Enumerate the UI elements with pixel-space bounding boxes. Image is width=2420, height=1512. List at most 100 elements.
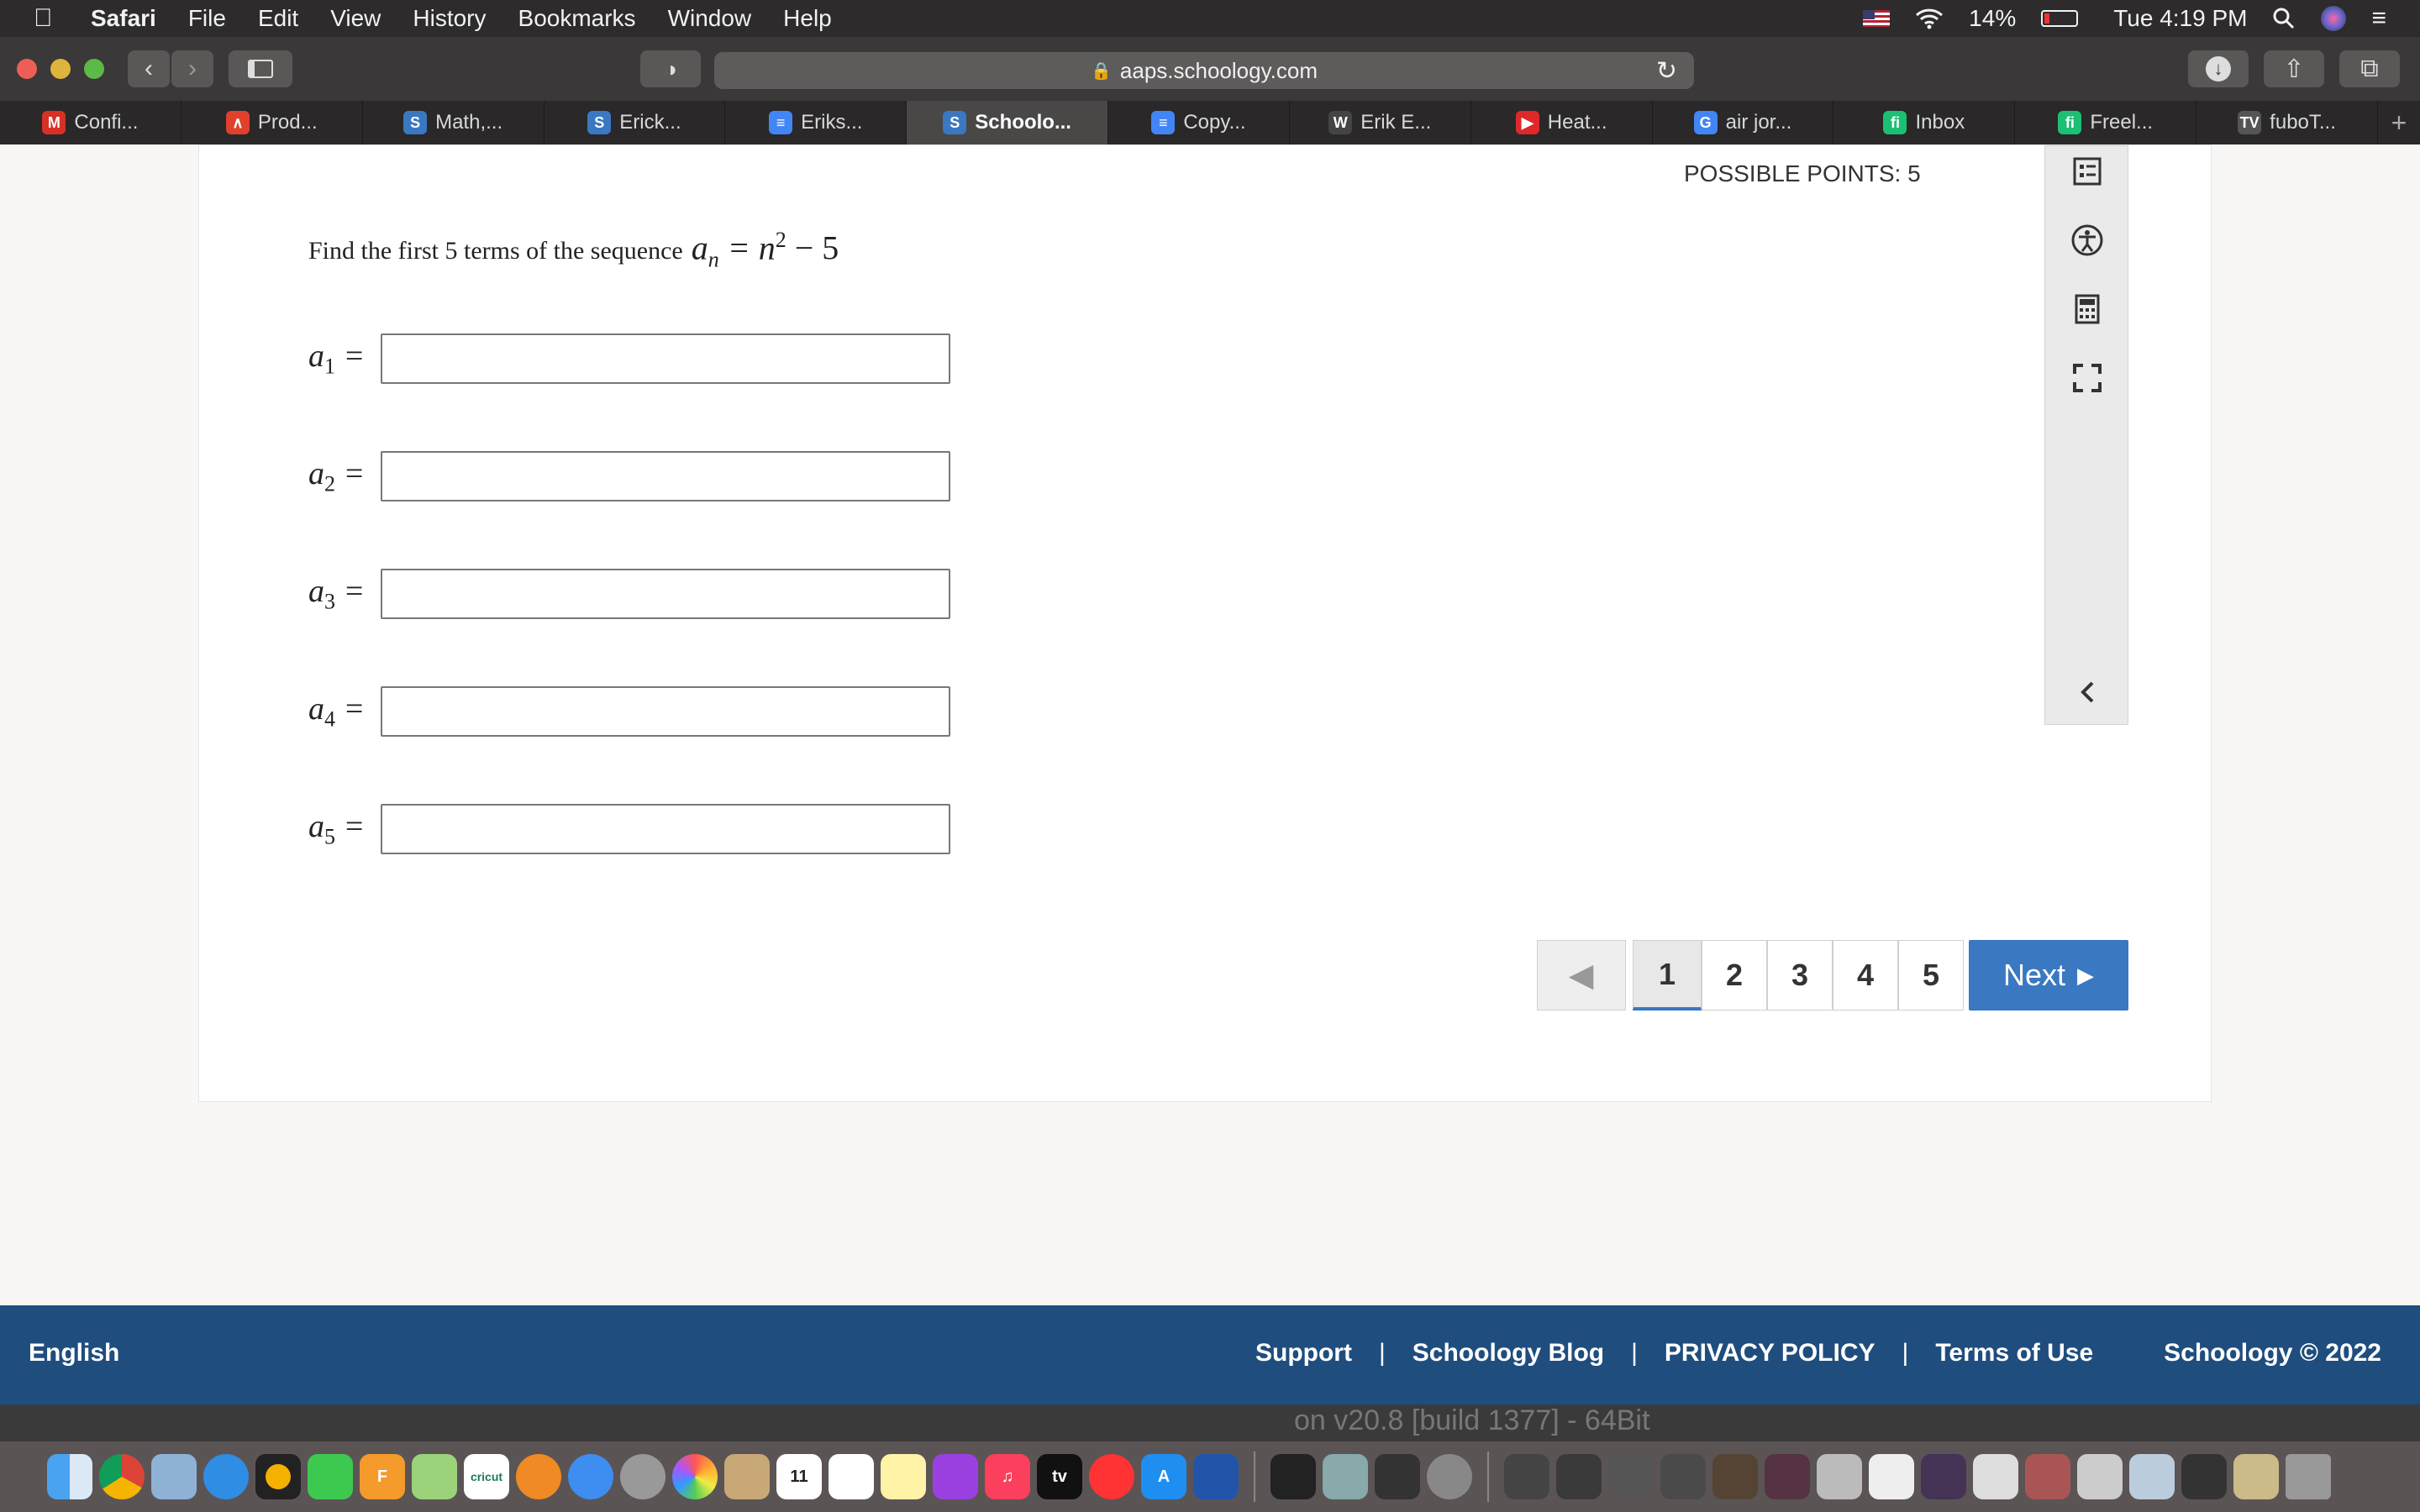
- app-icon[interactable]: [1375, 1454, 1420, 1499]
- page-2-button[interactable]: 2: [1702, 940, 1767, 1011]
- tab-5[interactable]: ≡ Eriks...: [725, 101, 908, 144]
- wifi-icon[interactable]: [1915, 8, 1944, 29]
- apple-menu-icon[interactable]: : [34, 4, 74, 33]
- control-center-icon[interactable]: ≡: [2371, 4, 2386, 33]
- downloads-button[interactable]: ↓: [2188, 50, 2249, 87]
- tab-2[interactable]: ∧ Prod...: [182, 101, 363, 144]
- stickies-icon[interactable]: [881, 1454, 926, 1499]
- calculator-icon[interactable]: [2070, 292, 2104, 326]
- finder-icon[interactable]: [47, 1454, 92, 1499]
- window-thumbnail-icon[interactable]: [1504, 1454, 1549, 1499]
- clock[interactable]: Tue 4:19 PM: [2113, 5, 2247, 32]
- podcasts-icon[interactable]: [933, 1454, 978, 1499]
- music-icon[interactable]: ♫: [985, 1454, 1030, 1499]
- trash-icon[interactable]: [2286, 1454, 2331, 1499]
- window-thumbnail-icon[interactable]: [1765, 1454, 1810, 1499]
- next-button[interactable]: Next ▶: [1969, 940, 2128, 1011]
- messages-icon[interactable]: [568, 1454, 613, 1499]
- collapse-sidebar-icon[interactable]: [2070, 675, 2104, 709]
- privacy-shield-button[interactable]: ◑: [640, 50, 701, 87]
- page-4-button[interactable]: 4: [1833, 940, 1898, 1011]
- tab-13[interactable]: TV fuboT...: [2196, 101, 2378, 144]
- sidebar-toggle-button[interactable]: [229, 50, 292, 87]
- term-1-input[interactable]: [381, 333, 950, 384]
- siri-icon[interactable]: [2321, 6, 2347, 31]
- menu-bookmarks[interactable]: Bookmarks: [518, 5, 636, 32]
- window-thumbnail-icon[interactable]: [2025, 1454, 2070, 1499]
- window-thumbnail-icon[interactable]: [2077, 1454, 2123, 1499]
- footer-privacy-link[interactable]: PRIVACY POLICY: [1665, 1339, 1876, 1368]
- window-thumbnail-icon[interactable]: [1660, 1454, 1706, 1499]
- safari-icon[interactable]: [203, 1454, 249, 1499]
- reminders-icon[interactable]: [829, 1454, 874, 1499]
- amphetamine-icon[interactable]: [255, 1454, 301, 1499]
- question-list-icon[interactable]: [2070, 155, 2104, 188]
- news-icon[interactable]: [1089, 1454, 1134, 1499]
- accessibility-icon[interactable]: [2070, 223, 2104, 257]
- pages-icon[interactable]: F: [360, 1454, 405, 1499]
- page-3-button[interactable]: 3: [1767, 940, 1833, 1011]
- footer-blog-link[interactable]: Schoology Blog: [1413, 1339, 1604, 1368]
- menu-file[interactable]: File: [188, 5, 226, 32]
- window-thumbnail-icon[interactable]: [1556, 1454, 1602, 1499]
- window-thumbnail-icon[interactable]: [1869, 1454, 1914, 1499]
- tab-8[interactable]: W Erik E...: [1290, 101, 1471, 144]
- tab-6[interactable]: S Schoolo...: [907, 101, 1109, 144]
- apple-tv-icon[interactable]: tv: [1037, 1454, 1082, 1499]
- system-preferences-icon[interactable]: [1427, 1454, 1472, 1499]
- menu-history[interactable]: History: [413, 5, 486, 32]
- window-thumbnail-icon[interactable]: [1608, 1454, 1654, 1499]
- window-thumbnail-icon[interactable]: [1921, 1454, 1966, 1499]
- window-thumbnail-icon[interactable]: [2129, 1454, 2175, 1499]
- maps-icon[interactable]: [412, 1454, 457, 1499]
- share-button[interactable]: ⇧: [2264, 50, 2324, 87]
- back-button[interactable]: ‹: [128, 50, 170, 87]
- close-window-button[interactable]: [17, 59, 37, 79]
- show-all-tabs-button[interactable]: ⧉: [2339, 50, 2400, 87]
- term-3-input[interactable]: [381, 569, 950, 619]
- app-icon[interactable]: [1270, 1454, 1316, 1499]
- zoom-window-button[interactable]: [84, 59, 104, 79]
- tab-10[interactable]: Gair jor...: [1653, 101, 1834, 144]
- menu-window[interactable]: Window: [668, 5, 752, 32]
- menu-edit[interactable]: Edit: [258, 5, 298, 32]
- photos-icon[interactable]: [672, 1454, 718, 1499]
- minimize-window-button[interactable]: [50, 59, 71, 79]
- preview-icon[interactable]: [151, 1454, 197, 1499]
- footer-support-link[interactable]: Support: [1255, 1339, 1352, 1368]
- garageband-icon[interactable]: [516, 1454, 561, 1499]
- fullscreen-icon[interactable]: [2070, 361, 2104, 395]
- window-thumbnail-icon[interactable]: [2181, 1454, 2227, 1499]
- menu-view[interactable]: View: [330, 5, 381, 32]
- menu-help[interactable]: Help: [783, 5, 832, 32]
- page-1-button[interactable]: 1: [1633, 940, 1702, 1011]
- tab-12[interactable]: fi Freel...: [2015, 101, 2197, 144]
- calendar-icon[interactable]: 11: [776, 1454, 822, 1499]
- launchpad-icon[interactable]: [620, 1454, 666, 1499]
- footer-terms-link[interactable]: Terms of Use: [1935, 1339, 2093, 1368]
- tab-1[interactable]: M Confi...: [0, 101, 182, 144]
- cricut-icon[interactable]: cricut: [464, 1454, 509, 1499]
- app-store-icon[interactable]: A: [1141, 1454, 1186, 1499]
- language-selector[interactable]: English: [29, 1339, 119, 1368]
- page-5-button[interactable]: 5: [1898, 940, 1964, 1011]
- tab-7[interactable]: ≡ Copy...: [1108, 101, 1290, 144]
- new-tab-button[interactable]: +: [2378, 101, 2420, 144]
- facetime-icon[interactable]: [308, 1454, 353, 1499]
- term-2-input[interactable]: [381, 451, 950, 501]
- previous-page-button[interactable]: ◀: [1537, 940, 1626, 1011]
- term-5-input[interactable]: [381, 804, 950, 854]
- forward-button[interactable]: ›: [171, 50, 213, 87]
- window-thumbnail-icon[interactable]: [1817, 1454, 1862, 1499]
- audio-app-icon[interactable]: [1193, 1454, 1239, 1499]
- term-4-input[interactable]: [381, 686, 950, 737]
- us-flag-input-icon[interactable]: [1863, 10, 1891, 27]
- window-thumbnail-icon[interactable]: [1973, 1454, 2018, 1499]
- tab-3[interactable]: S Math,...: [363, 101, 544, 144]
- window-thumbnail-icon[interactable]: [1712, 1454, 1758, 1499]
- tab-11[interactable]: fi Inbox: [1833, 101, 2016, 144]
- reload-icon[interactable]: ↻: [1656, 56, 1677, 86]
- tab-4[interactable]: S Erick...: [544, 101, 726, 144]
- address-bar[interactable]: 🔒 aaps.schoology.com ↻: [714, 52, 1694, 89]
- tab-9[interactable]: ▶ Heat...: [1471, 101, 1653, 144]
